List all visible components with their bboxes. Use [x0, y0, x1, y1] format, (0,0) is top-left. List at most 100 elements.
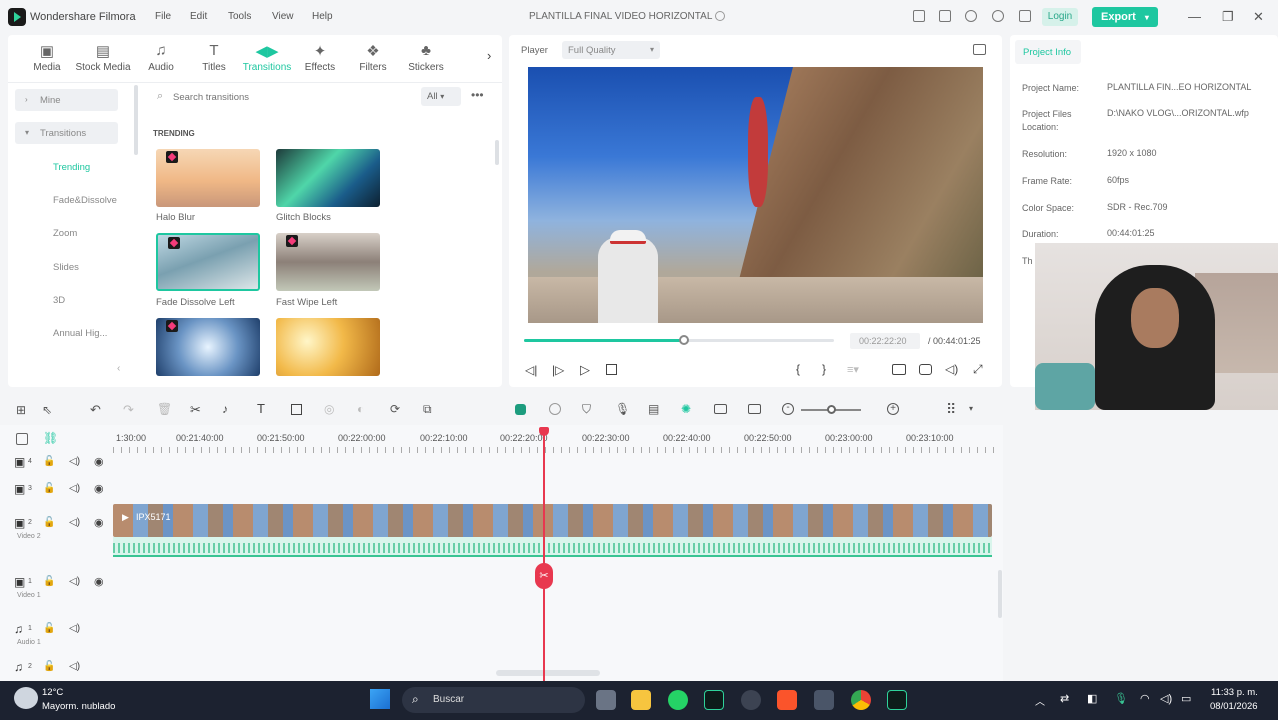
search-input[interactable] [173, 88, 413, 106]
render-icon[interactable]: ≡▾ [847, 363, 859, 376]
brave-icon[interactable] [777, 690, 797, 710]
whatsapp-icon[interactable] [668, 690, 688, 710]
mic-tray-icon[interactable]: 🎙 [1114, 692, 1128, 705]
lock-icon[interactable]: 🔓 [43, 623, 55, 634]
chevron-up-icon[interactable]: ︿ [1035, 693, 1045, 708]
mark-in-icon[interactable]: { [796, 362, 800, 376]
split-icon[interactable]: ✂ [190, 402, 201, 418]
clock-time[interactable]: 11:33 p. m. [1211, 687, 1258, 698]
transition-thumb-6[interactable] [276, 318, 380, 376]
speaker-icon[interactable]: ◁) [1160, 692, 1172, 705]
lock-icon[interactable]: 🔓 [43, 483, 55, 494]
wifi-icon[interactable]: ◠ [1140, 692, 1150, 705]
cloud-icon[interactable] [965, 10, 977, 22]
zoom-out-icon[interactable]: - [782, 403, 794, 415]
zoom-slider-knob[interactable] [827, 405, 836, 414]
tab-project-info[interactable]: Project Info [1015, 40, 1081, 64]
sidebar-item-3d[interactable]: 3D [53, 295, 65, 306]
sidebar-mine[interactable]: › Mine [15, 89, 118, 111]
text-icon[interactable]: T [257, 401, 265, 416]
eye-icon[interactable]: ◉ [94, 455, 104, 468]
login-button[interactable]: Login [1042, 8, 1078, 26]
pip-icon[interactable] [714, 404, 727, 414]
audio-stretch-icon[interactable]: ♪ [222, 402, 228, 416]
sidebar-item-fade-dissolve[interactable]: Fade&Dissolve [53, 195, 117, 206]
taskbar-search[interactable]: ⌕ Buscar [402, 687, 585, 713]
timeline-hscrollbar[interactable] [496, 670, 600, 676]
microphone-icon[interactable]: 🎙 [615, 402, 630, 416]
tool-stickers[interactable]: ♣ Stickers [401, 42, 451, 73]
scissors-icon[interactable]: ✂ [535, 563, 553, 589]
chevron-right-icon[interactable]: › [487, 48, 491, 63]
mute-icon[interactable]: ◁) [69, 576, 80, 587]
mute-icon[interactable]: ◁) [69, 456, 80, 467]
mute-icon[interactable]: ◁) [69, 623, 80, 634]
current-time[interactable]: 00:22:22:20 [850, 333, 920, 349]
video-preview[interactable] [528, 67, 983, 323]
play-icon[interactable]: ▷ [580, 362, 590, 378]
lock-icon[interactable]: 🔓 [43, 517, 55, 528]
network-tray-icon[interactable]: ⇄ [1060, 692, 1069, 705]
snapshot-icon[interactable] [973, 44, 986, 55]
pen-icon[interactable] [814, 690, 834, 710]
mark-out-icon[interactable]: } [822, 362, 826, 376]
layout-icon[interactable] [913, 10, 925, 22]
lock-icon[interactable]: 🔓 [43, 576, 55, 587]
more-icon[interactable]: ••• [471, 88, 484, 102]
tool-transitions[interactable]: ◀▶ Transitions [241, 42, 293, 73]
voiceover-icon[interactable]: ▤ [648, 402, 659, 416]
info-icon[interactable] [715, 11, 725, 21]
transition-thumb-fade-dissolve-left[interactable] [156, 233, 260, 291]
filmora-icon[interactable] [704, 690, 724, 710]
play-reverse-icon[interactable]: |▷ [552, 363, 564, 377]
grid-icon[interactable] [1019, 10, 1031, 22]
weather-icon[interactable] [14, 687, 38, 709]
grid-menu-icon[interactable]: ⠿ [946, 401, 956, 418]
mute-icon[interactable]: ◁) [69, 661, 80, 672]
tool-titles[interactable]: T Titles [189, 42, 239, 73]
mute-icon[interactable]: ◁) [69, 483, 80, 494]
clock-date[interactable]: 08/01/2026 [1210, 701, 1258, 712]
playhead-line[interactable] [543, 428, 545, 681]
delete-icon[interactable]: 🗑 [157, 402, 172, 416]
menu-edit[interactable]: Edit [190, 11, 207, 22]
tool-effects[interactable]: ✦ Effects [295, 42, 345, 73]
chevron-down-icon[interactable]: ▾ [969, 404, 973, 413]
minimize-icon[interactable]: — [1188, 9, 1201, 24]
prev-frame-icon[interactable]: ◁| [525, 363, 537, 377]
sidebar-scrollbar[interactable] [134, 85, 138, 155]
add-track-icon[interactable] [16, 433, 28, 445]
file-explorer-icon[interactable] [631, 690, 651, 710]
subtitle-icon[interactable] [748, 404, 761, 414]
menu-file[interactable]: File [155, 11, 171, 22]
link-icon[interactable]: ⛓ [43, 431, 58, 445]
ai-icon[interactable]: ✺ [681, 402, 691, 416]
sidebar-item-annual[interactable]: Annual Hig... [53, 328, 107, 339]
library-scrollbar[interactable] [495, 140, 499, 165]
task-view-icon[interactable] [596, 690, 616, 710]
marker-icon[interactable]: ⛉ [582, 402, 591, 417]
tray-icon[interactable]: ◧ [1087, 692, 1097, 705]
tool-media[interactable]: ▣ Media [22, 42, 72, 73]
app-icon[interactable] [741, 690, 761, 710]
zoom-in-icon[interactable]: + [887, 403, 899, 415]
save-icon[interactable] [939, 10, 951, 22]
export-button[interactable]: Export ▾ [1092, 7, 1158, 27]
display-icon[interactable] [892, 364, 906, 375]
sidebar-item-trending[interactable]: Trending [53, 162, 90, 173]
layout-grid-icon[interactable]: ⊞ [16, 403, 26, 417]
record-icon[interactable] [515, 404, 526, 415]
camera-icon[interactable] [919, 364, 932, 375]
eye-icon[interactable]: ◉ [94, 575, 104, 588]
transition-thumb-halo-blur[interactable] [156, 149, 260, 207]
tool-stock-media[interactable]: ▤ Stock Media [74, 42, 132, 73]
sidebar-item-zoom[interactable]: Zoom [53, 228, 77, 239]
sidebar-item-slides[interactable]: Slides [53, 262, 79, 273]
chrome-icon[interactable] [851, 690, 871, 710]
close-icon[interactable]: ✕ [1253, 9, 1264, 25]
eye-icon[interactable]: ◉ [94, 516, 104, 529]
tool-filters[interactable]: ❖ Filters [348, 42, 398, 73]
fullscreen-icon[interactable]: ⤢ [973, 362, 983, 377]
eye-icon[interactable]: ◉ [94, 482, 104, 495]
menu-view[interactable]: View [272, 11, 294, 22]
